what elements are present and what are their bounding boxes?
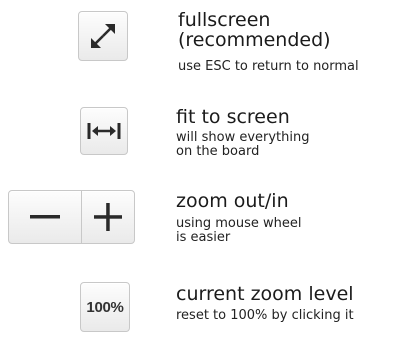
fit-to-screen-desc-line-2: on the board	[176, 144, 260, 159]
zoom-level-value: 100%	[86, 298, 124, 316]
fullscreen-title-line-2: (recommended)	[178, 29, 331, 51]
zoom-out-button[interactable]	[8, 190, 82, 244]
zoom-in-button[interactable]	[81, 190, 135, 244]
fit-to-screen-title-line-1: fit to screen	[176, 106, 290, 128]
zoom-title-line-1: zoom out/in	[176, 190, 289, 212]
expand-arrows-icon	[86, 19, 120, 53]
fit-to-screen-desc-line-1: will show everything	[176, 130, 310, 145]
zoom-level-title-line-1: current zoom level	[176, 283, 354, 305]
zoom-desc-line-1: using mouse wheel	[176, 216, 302, 231]
zoom-title: zoom out/in	[176, 191, 289, 211]
zoom-desc-line-2: is easier	[176, 230, 231, 245]
fullscreen-title-line-1: fullscreen	[178, 9, 271, 31]
fullscreen-button[interactable]	[78, 11, 128, 61]
fullscreen-description: use ESC to return to normal	[178, 60, 359, 74]
fit-to-screen-title: fit to screen	[176, 107, 290, 127]
zoom-level-description: reset to 100% by clicking it	[176, 309, 354, 323]
zoom-level-button[interactable]: 100%	[80, 282, 130, 332]
zoom-level-title: current zoom level	[176, 284, 354, 304]
zoom-description: using mouse wheel is easier	[176, 217, 302, 245]
plus-icon	[94, 203, 122, 231]
minus-icon	[30, 214, 60, 220]
fullscreen-desc-line-1: use ESC to return to normal	[178, 59, 359, 74]
fit-horizontal-icon	[86, 121, 122, 141]
zoom-level-desc-line-1: reset to 100% by clicking it	[176, 308, 354, 323]
fit-to-screen-description: will show everything on the board	[176, 131, 310, 159]
fullscreen-title: fullscreen (recommended)	[178, 10, 331, 50]
fit-to-screen-button[interactable]	[80, 107, 128, 155]
